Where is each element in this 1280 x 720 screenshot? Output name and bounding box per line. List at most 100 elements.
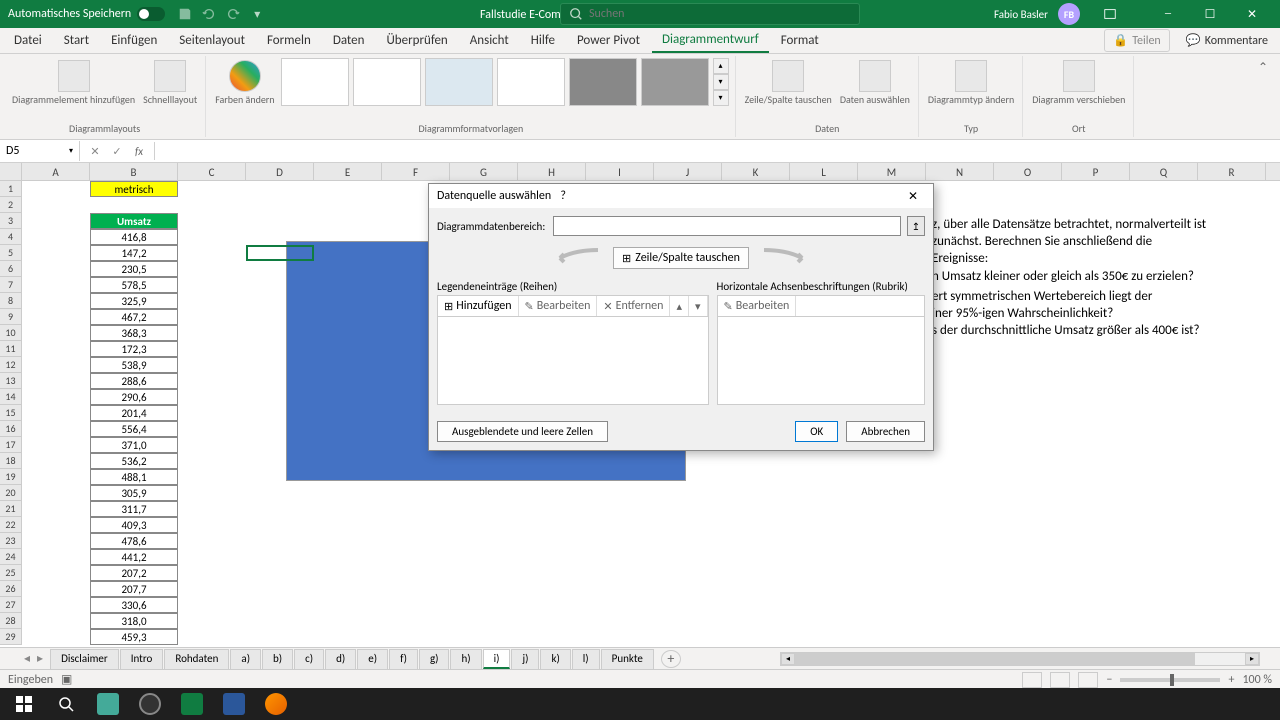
- series-list[interactable]: [437, 317, 709, 405]
- hscroll-left[interactable]: ◂: [781, 653, 795, 665]
- col-header-J[interactable]: J: [654, 163, 722, 181]
- sheet-tab-b)[interactable]: b): [262, 649, 293, 669]
- cell-B24[interactable]: 441,2: [90, 549, 178, 565]
- cell-B29[interactable]: 459,3: [90, 629, 178, 645]
- cell-B3[interactable]: Umsatz: [90, 213, 178, 229]
- row-header-16[interactable]: 16: [0, 421, 22, 437]
- row-header-6[interactable]: 6: [0, 261, 22, 277]
- sheet-tab-i)[interactable]: i): [483, 649, 511, 669]
- ok-button[interactable]: OK: [795, 421, 838, 442]
- row-header-11[interactable]: 11: [0, 341, 22, 357]
- tab-insert[interactable]: Einfügen: [101, 29, 167, 52]
- taskbar-search-button[interactable]: [46, 688, 86, 720]
- row-header-13[interactable]: 13: [0, 373, 22, 389]
- close-button[interactable]: ✕: [1232, 0, 1272, 28]
- col-header-I[interactable]: I: [586, 163, 654, 181]
- tab-home[interactable]: Start: [54, 29, 99, 52]
- sheet-tab-c)[interactable]: c): [294, 649, 324, 669]
- page-layout-view-button[interactable]: [1050, 672, 1070, 688]
- tab-formulas[interactable]: Formeln: [257, 29, 321, 52]
- row-header-14[interactable]: 14: [0, 389, 22, 405]
- add-chart-element-button[interactable]: Diagrammelement hinzufügen: [10, 58, 137, 108]
- cell-B25[interactable]: 207,2: [90, 565, 178, 581]
- taskbar-firefox[interactable]: [256, 688, 296, 720]
- col-header-C[interactable]: C: [178, 163, 246, 181]
- col-header-K[interactable]: K: [722, 163, 790, 181]
- cancel-formula-icon[interactable]: ✕: [86, 142, 104, 160]
- add-series-button[interactable]: ⊞ Hinzufügen: [438, 296, 519, 316]
- row-header-3[interactable]: 3: [0, 213, 22, 229]
- row-header-24[interactable]: 24: [0, 549, 22, 565]
- sheet-tab-g)[interactable]: g): [419, 649, 450, 669]
- zoom-out-button[interactable]: −: [1106, 673, 1112, 687]
- sheet-tab-k)[interactable]: k): [540, 649, 570, 669]
- row-header-19[interactable]: 19: [0, 469, 22, 485]
- cell-B17[interactable]: 371,0: [90, 437, 178, 453]
- tab-scroll-left[interactable]: ◂: [20, 651, 34, 666]
- style-thumb-5[interactable]: [569, 58, 637, 106]
- col-header-E[interactable]: E: [314, 163, 382, 181]
- cell-B23[interactable]: 478,6: [90, 533, 178, 549]
- cell-B13[interactable]: 288,6: [90, 373, 178, 389]
- sheet-tab-Intro[interactable]: Intro: [120, 649, 164, 669]
- row-header-20[interactable]: 20: [0, 485, 22, 501]
- macro-record-icon[interactable]: ▣: [61, 672, 72, 687]
- hidden-cells-button[interactable]: Ausgeblendete und leere Zellen: [437, 421, 608, 442]
- select-all-corner[interactable]: [0, 163, 22, 180]
- gallery-down[interactable]: ▾: [713, 74, 729, 90]
- sheet-tab-Rohdaten[interactable]: Rohdaten: [164, 649, 229, 669]
- cell-B1[interactable]: metrisch: [90, 181, 178, 197]
- tab-chartdesign[interactable]: Diagrammentwurf: [652, 28, 769, 53]
- sheet-tab-Punkte[interactable]: Punkte: [601, 649, 654, 669]
- col-header-M[interactable]: M: [858, 163, 926, 181]
- sheet-tab-l)[interactable]: l): [572, 649, 600, 669]
- cell-B9[interactable]: 467,2: [90, 309, 178, 325]
- dialog-help-button[interactable]: ?: [551, 189, 575, 203]
- tab-powerpivot[interactable]: Power Pivot: [567, 29, 650, 52]
- row-header-12[interactable]: 12: [0, 357, 22, 373]
- toggle-switch[interactable]: [137, 7, 165, 21]
- zoom-in-button[interactable]: +: [1228, 673, 1234, 687]
- switch-row-col-dialog-button[interactable]: ⊞ Zeile/Spalte tauschen: [613, 247, 749, 269]
- change-colors-button[interactable]: Farben ändern: [213, 58, 276, 108]
- sheet-tab-f)[interactable]: f): [389, 649, 418, 669]
- col-header-L[interactable]: L: [790, 163, 858, 181]
- tab-view[interactable]: Ansicht: [460, 29, 519, 52]
- search-input[interactable]: [589, 7, 851, 21]
- col-header-B[interactable]: B: [90, 163, 178, 181]
- enter-formula-icon[interactable]: ✓: [108, 142, 126, 160]
- cell-B14[interactable]: 290,6: [90, 389, 178, 405]
- col-header-F[interactable]: F: [382, 163, 450, 181]
- touch-icon[interactable]: ▾: [249, 6, 265, 22]
- cell-B4[interactable]: 416,8: [90, 229, 178, 245]
- cell-B8[interactable]: 325,9: [90, 293, 178, 309]
- taskbar-app-2[interactable]: [130, 688, 170, 720]
- cell-B5[interactable]: 147,2: [90, 245, 178, 261]
- col-header-P[interactable]: P: [1062, 163, 1130, 181]
- maximize-button[interactable]: ☐: [1190, 0, 1230, 28]
- style-thumb-2[interactable]: [353, 58, 421, 106]
- col-header-O[interactable]: O: [994, 163, 1062, 181]
- row-header-26[interactable]: 26: [0, 581, 22, 597]
- sheet-tab-d)[interactable]: d): [325, 649, 356, 669]
- col-header-N[interactable]: N: [926, 163, 994, 181]
- style-thumb-6[interactable]: [641, 58, 709, 106]
- search-box[interactable]: [560, 3, 860, 25]
- cell-B10[interactable]: 368,3: [90, 325, 178, 341]
- chart-styles-gallery[interactable]: ▴▾▾: [281, 58, 729, 106]
- cell-B15[interactable]: 201,4: [90, 405, 178, 421]
- cancel-button[interactable]: Abbrechen: [846, 421, 925, 442]
- cell-B11[interactable]: 172,3: [90, 341, 178, 357]
- cell-B12[interactable]: 538,9: [90, 357, 178, 373]
- row-header-29[interactable]: 29: [0, 629, 22, 645]
- cell-B7[interactable]: 578,5: [90, 277, 178, 293]
- taskbar-word[interactable]: [214, 688, 254, 720]
- page-break-view-button[interactable]: [1078, 672, 1098, 688]
- start-button[interactable]: [4, 688, 44, 720]
- col-header-D[interactable]: D: [246, 163, 314, 181]
- tab-review[interactable]: Überprüfen: [376, 29, 457, 52]
- zoom-slider[interactable]: [1120, 678, 1220, 682]
- row-header-2[interactable]: 2: [0, 197, 22, 213]
- zoom-level[interactable]: 100 %: [1242, 673, 1272, 687]
- normal-view-button[interactable]: [1022, 672, 1042, 688]
